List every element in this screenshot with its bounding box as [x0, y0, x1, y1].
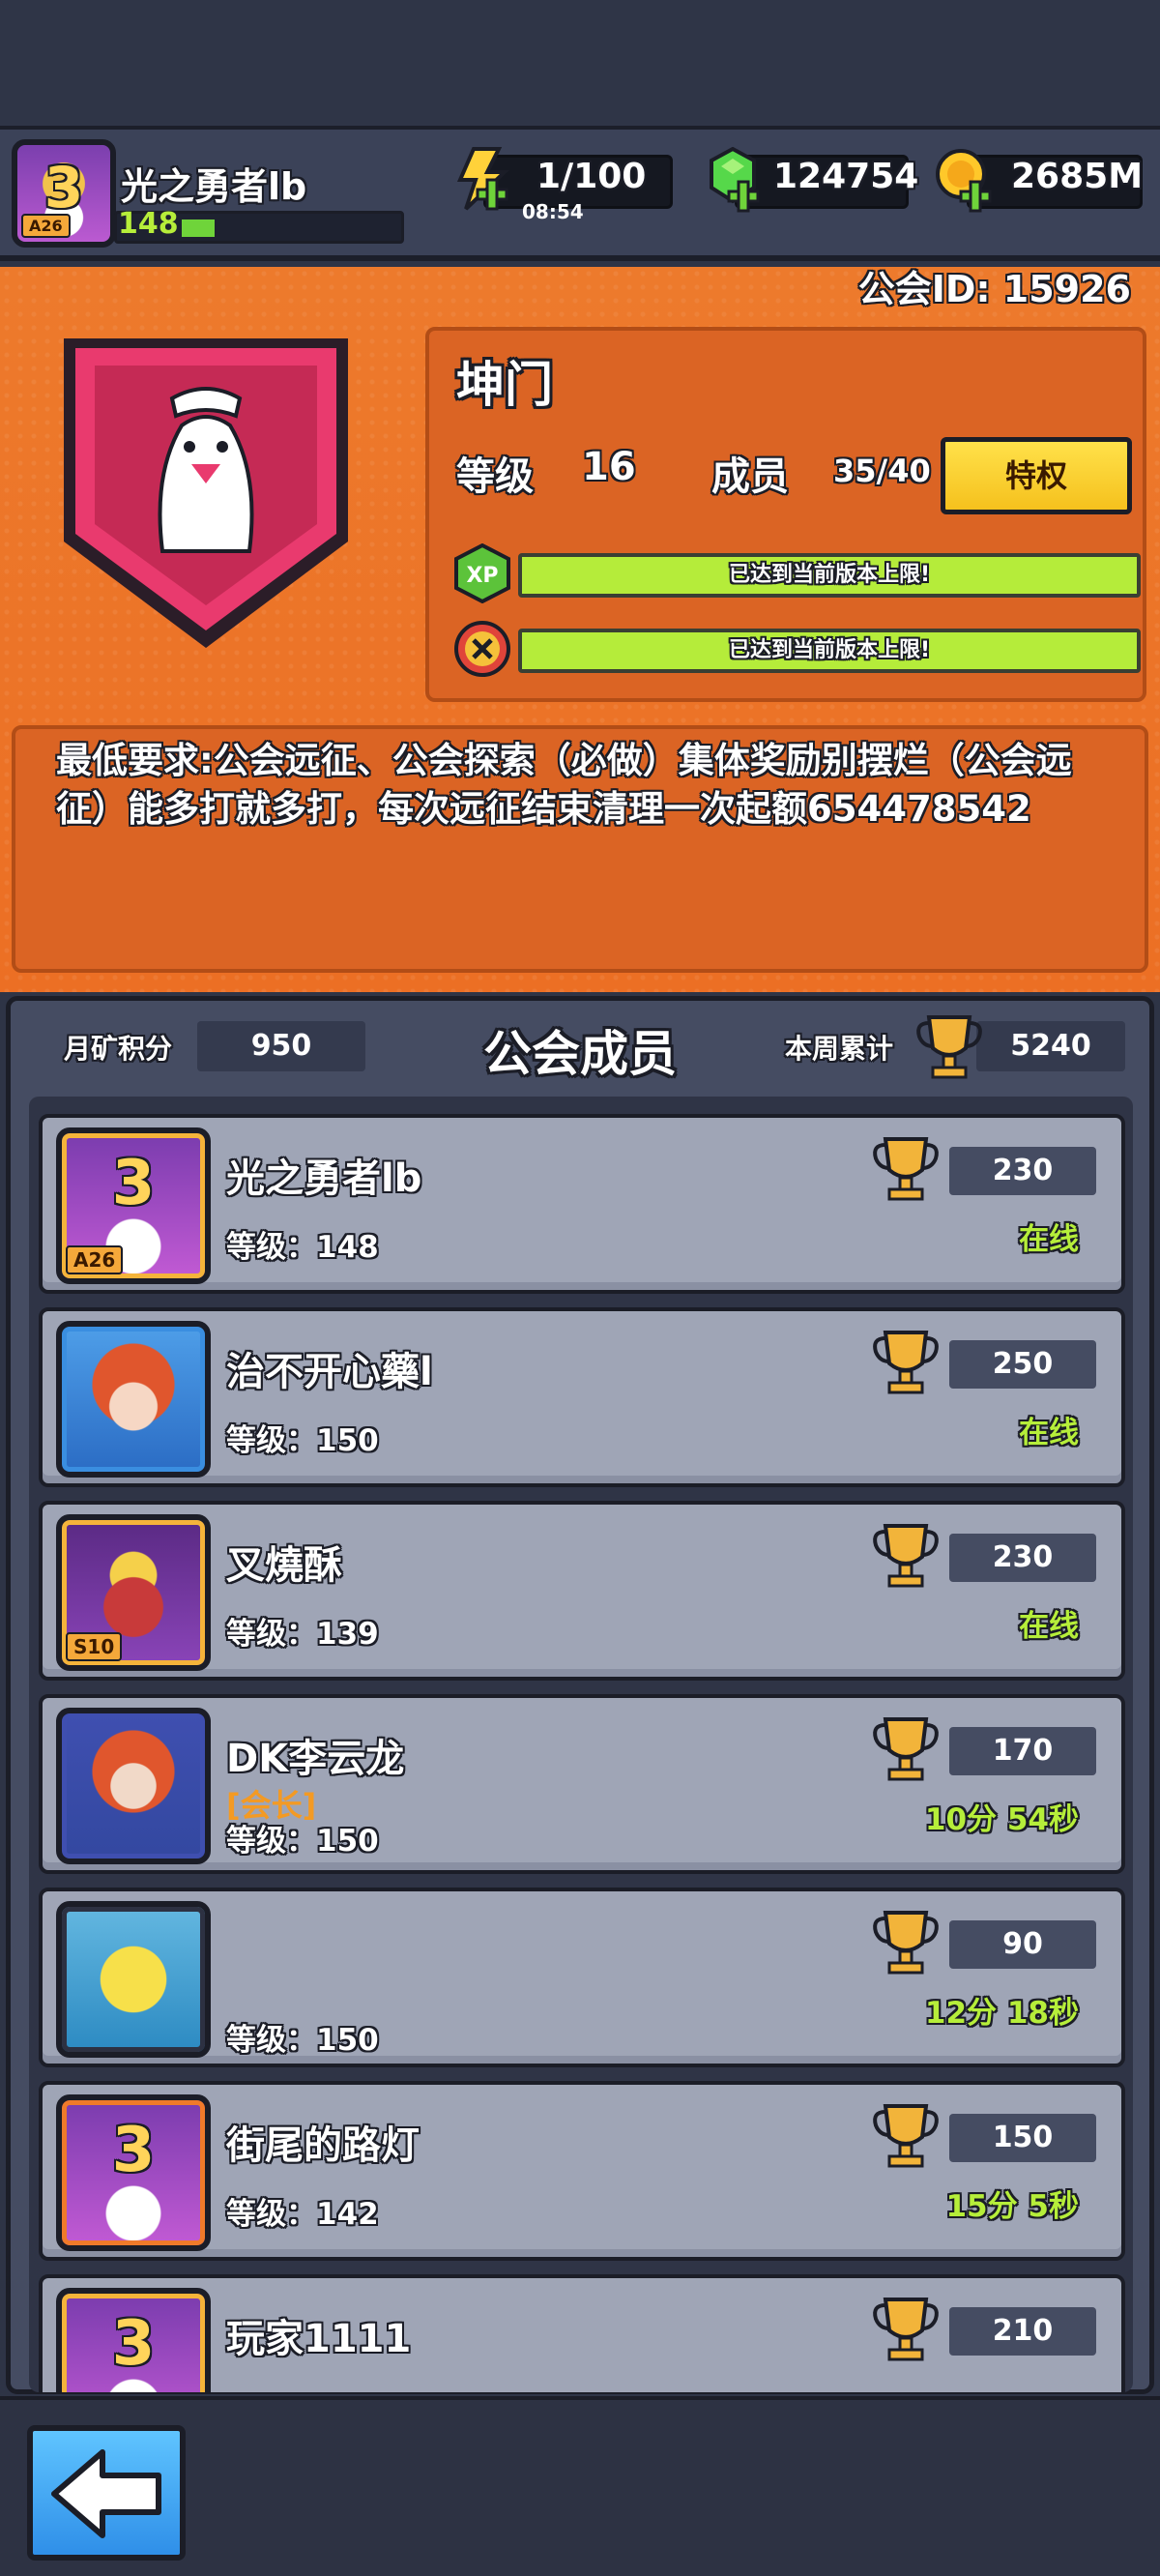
coin-plus-icon[interactable] [932, 147, 996, 217]
weekly-total-value: 5240 [976, 1021, 1125, 1071]
member-row[interactable]: 3 街尾的路灯等级：142 150 15分 5秒 [39, 2081, 1125, 2261]
trophy-icon [873, 2104, 939, 2168]
status-bar [0, 0, 1160, 126]
player-name: 光之勇者lb [121, 165, 307, 208]
member-name: 治不开心藥l [226, 1350, 433, 1394]
guild-tech-progress: 已达到当前版本上限! [518, 629, 1141, 673]
avatar-number: 3 [111, 1148, 156, 1219]
member-list[interactable]: 3 A26 光之勇者lb 等级：148 230 在线 治不开心藥l 等级：150 250 在线 S1… [29, 1097, 1133, 2392]
guild-emblem-chicken-icon[interactable] [56, 319, 356, 648]
member-level-prefix: 等级： [226, 2197, 316, 2232]
player-level: 148 [118, 207, 179, 241]
member-avatar[interactable]: 3 A26 [56, 1127, 211, 1284]
back-button[interactable] [27, 2425, 186, 2561]
member-level-value: 150 [316, 1824, 379, 1859]
member-trophies: 150 [949, 2114, 1096, 2162]
guild-notice-text: 最低要求:公会远征、公会探索（必做）集体奖励别摆烂（公会远征）能多打就多打，每次… [56, 740, 1072, 830]
member-name: 街尾的路灯 [226, 2123, 420, 2168]
member-trophies: 90 [949, 1920, 1096, 1969]
member-avatar[interactable] [56, 1321, 211, 1478]
member-row[interactable]: DK李云龙 [会长] 等级：150 170 10分 54秒 [39, 1694, 1125, 1874]
member-avatar[interactable]: S10 [56, 1514, 211, 1671]
back-arrow-icon [51, 2449, 161, 2538]
svg-text:XP: XP [466, 564, 498, 588]
guild-level-label: 等级 [456, 454, 534, 499]
member-avatar[interactable] [56, 1708, 211, 1864]
avatar-number: 3 [44, 155, 84, 220]
member-level-prefix: 等级： [226, 1230, 316, 1265]
member-level-value: 148 [316, 1230, 379, 1265]
member-level: 等级：150 [226, 1416, 379, 1459]
member-level-prefix: 等级： [226, 1824, 316, 1859]
member-trophies: 210 [949, 2307, 1096, 2356]
member-trophies: 230 [949, 1534, 1096, 1582]
player-xp-fill [182, 220, 215, 237]
guild-name: 坤门 [456, 357, 553, 413]
avatar-tag: A26 [66, 1245, 124, 1274]
member-avatar[interactable] [56, 1901, 211, 2058]
avatar-tag: S10 [66, 1632, 123, 1661]
trophy-icon [873, 2298, 939, 2361]
energy-plus-icon[interactable] [449, 147, 512, 217]
member-trophies: 230 [949, 1147, 1096, 1195]
trophy-icon [873, 1911, 939, 1975]
member-level: 等级：150 [226, 1816, 379, 1859]
member-level-prefix: 等级： [226, 1423, 316, 1458]
member-name: DK李云龙 [226, 1737, 405, 1781]
member-level-value: 142 [316, 2197, 379, 2232]
member-name: 光之勇者lb [226, 1156, 422, 1201]
gems-value: 124754 [773, 157, 919, 196]
trophy-icon [873, 1137, 939, 1201]
member-row[interactable]: 等级：150 90 12分 18秒 [39, 1888, 1125, 2067]
avatar-number: 3 [111, 2308, 156, 2380]
player-avatar[interactable]: 3 A26 [12, 139, 116, 248]
gem-plus-icon[interactable] [700, 147, 764, 217]
energy-value: 1/100 [536, 157, 647, 196]
trophy-icon [873, 1524, 939, 1588]
member-level-value: 139 [316, 1617, 379, 1652]
member-name: 叉燒酥 [226, 1543, 342, 1588]
guild-members-label: 成员 [711, 454, 789, 499]
member-trophies: 170 [949, 1727, 1096, 1775]
member-row[interactable]: 3 玩家1111 210 [39, 2274, 1125, 2392]
member-level: 等级：150 [226, 2015, 379, 2059]
perk-button[interactable]: 特权 [941, 437, 1132, 514]
weekly-trophy-icon [916, 1015, 982, 1079]
member-avatar[interactable]: 3 [56, 2288, 211, 2392]
trophy-icon [873, 1717, 939, 1781]
coins-value: 2685M [1011, 157, 1144, 196]
member-level: 等级：139 [226, 1609, 379, 1653]
member-level-prefix: 等级： [226, 1617, 316, 1652]
member-status: 在线 [1019, 1609, 1079, 1644]
member-status: 10分 54秒 [924, 1802, 1079, 1837]
member-level: 等级：142 [226, 2189, 379, 2233]
member-level-value: 150 [316, 2023, 379, 2058]
member-status: 12分 18秒 [924, 1996, 1079, 2031]
member-row[interactable]: 3 A26 光之勇者lb 等级：148 230 在线 [39, 1114, 1125, 1294]
member-status: 在线 [1019, 1222, 1079, 1257]
member-level-prefix: 等级： [226, 2023, 316, 2058]
avatar-number: 3 [111, 2115, 156, 2186]
tech-tools-icon [454, 621, 510, 677]
member-status: 15分 5秒 [945, 2189, 1079, 2224]
weekly-total-label: 本周累计 [785, 1033, 894, 1065]
avatar-tag: A26 [21, 214, 71, 238]
member-status: 在线 [1019, 1416, 1079, 1450]
member-level-value: 150 [316, 1423, 379, 1458]
member-avatar[interactable]: 3 [56, 2094, 211, 2251]
member-level: 等级：148 [226, 1222, 379, 1266]
xp-icon: XP [454, 543, 510, 603]
member-row[interactable]: S10 叉燒酥等级：139 230 在线 [39, 1501, 1125, 1681]
energy-timer: 08:54 [522, 200, 584, 223]
guild-members-value: 35/40 [833, 453, 931, 489]
member-trophies: 250 [949, 1340, 1096, 1389]
guild-level-value: 16 [582, 445, 636, 489]
trophy-icon [873, 1331, 939, 1394]
member-row[interactable]: 治不开心藥l 等级：150 250 在线 [39, 1307, 1125, 1487]
guild-id: 公会ID: 15926 [857, 268, 1131, 310]
member-name: 玩家1111 [226, 2317, 412, 2361]
guild-xp-progress: 已达到当前版本上限! [518, 553, 1141, 598]
